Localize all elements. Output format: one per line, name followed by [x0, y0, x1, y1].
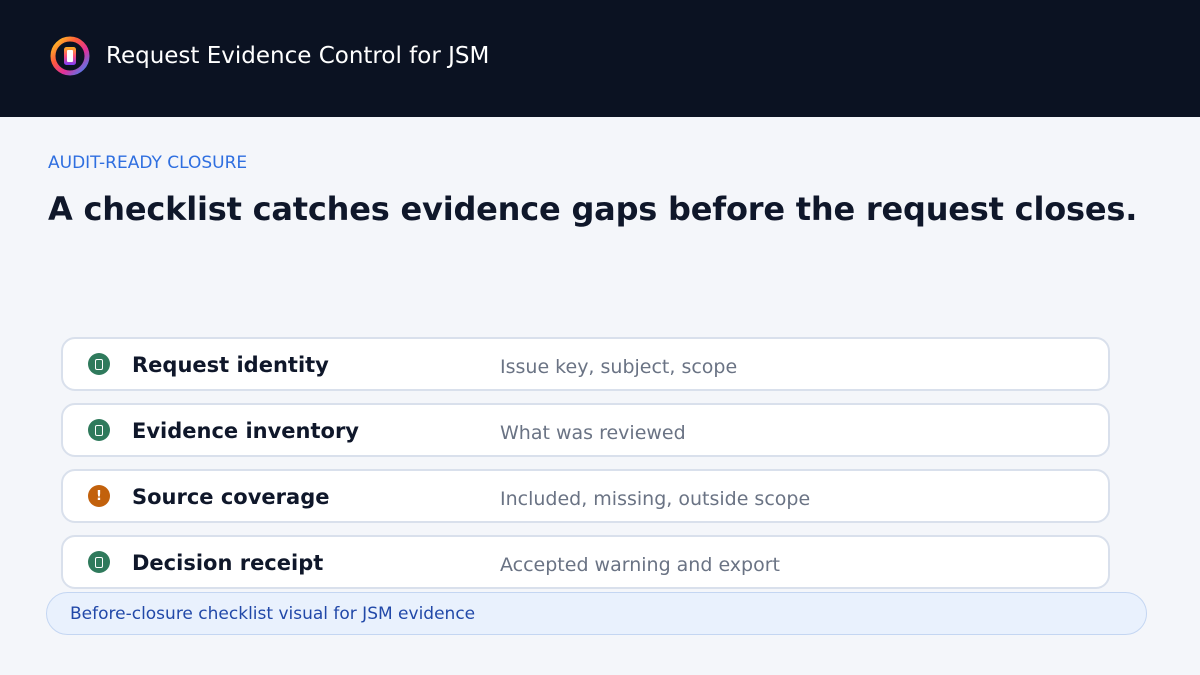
checklist-item-description: Accepted warning and export — [500, 554, 780, 576]
checklist-item-label: Source coverage — [132, 485, 330, 509]
check-box-icon — [88, 551, 110, 573]
app-title: Request Evidence Control for JSM — [106, 43, 490, 69]
checklist-item-description: Included, missing, outside scope — [500, 488, 811, 510]
warning-icon: ! — [88, 485, 110, 507]
check-box-icon — [88, 353, 110, 375]
rainbow-ring-logo-icon — [50, 36, 90, 76]
page-headline: A checklist catches evidence gaps before… — [48, 190, 1138, 228]
checklist-item-label: Request identity — [132, 353, 329, 377]
caption-pill: Before-closure checklist visual for JSM … — [46, 592, 1147, 635]
checklist-item-label: Decision receipt — [132, 551, 324, 575]
checklist-item-description: What was reviewed — [500, 422, 686, 444]
section-eyebrow: AUDIT-READY CLOSURE — [48, 153, 248, 173]
check-box-icon — [88, 419, 110, 441]
header-bar: Request Evidence Control for JSM — [0, 0, 1200, 117]
checklist-item-evidence-inventory: Evidence inventory What was reviewed — [61, 403, 1110, 457]
checklist-item-label: Evidence inventory — [132, 419, 360, 443]
checklist-item-decision-receipt: Decision receipt Accepted warning and ex… — [61, 535, 1110, 589]
checklist-item-request-identity: Request identity Issue key, subject, sco… — [61, 337, 1110, 391]
caption-text: Before-closure checklist visual for JSM … — [70, 604, 476, 624]
checklist-item-description: Issue key, subject, scope — [500, 356, 738, 378]
checklist-item-source-coverage: ! Source coverage Included, missing, out… — [61, 469, 1110, 523]
